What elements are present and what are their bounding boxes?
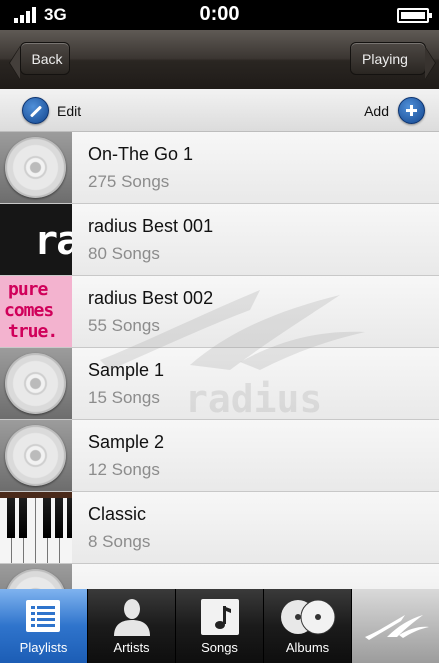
tab-label: Albums bbox=[285, 640, 330, 655]
artwork-text: true. bbox=[8, 321, 58, 342]
person-icon bbox=[110, 598, 154, 636]
now-playing-label: Playing bbox=[362, 50, 408, 67]
playlist-row[interactable] bbox=[0, 564, 439, 589]
tab-albums[interactable]: Albums bbox=[264, 589, 352, 663]
edit-label: Edit bbox=[57, 102, 82, 119]
cd-artwork bbox=[0, 132, 72, 203]
playlist-song-count: 8 Songs bbox=[88, 532, 151, 551]
playlist-title: Sample 1 bbox=[88, 360, 165, 380]
playlist-song-count: 55 Songs bbox=[88, 316, 160, 335]
cd-artwork bbox=[0, 420, 72, 491]
playlist-song-count: 15 Songs bbox=[88, 388, 160, 407]
playlist-row[interactable]: Sample 1 15 Songs bbox=[0, 348, 439, 420]
tab-label: Artists bbox=[113, 640, 150, 655]
artwork-text: comes bbox=[4, 300, 54, 321]
back-button-arrow-fill[interactable] bbox=[10, 47, 20, 79]
pencil-icon[interactable] bbox=[22, 97, 49, 124]
artwork-text: ra bbox=[34, 218, 72, 264]
navigation-bar: Back Playing bbox=[0, 30, 439, 89]
playlist-row[interactable]: Classic 8 Songs bbox=[0, 492, 439, 564]
status-time: 0:00 bbox=[199, 3, 240, 25]
now-playing-arrow-fill[interactable] bbox=[425, 47, 435, 79]
album-artwork-pure-comes-true: pure comes true. bbox=[0, 276, 72, 347]
music-note-icon bbox=[198, 598, 242, 636]
playlist-row[interactable]: pure comes true. radius Best 002 55 Song… bbox=[0, 276, 439, 348]
add-label: Add bbox=[364, 102, 389, 119]
tab-label: Songs bbox=[201, 640, 238, 655]
back-button-label: Back bbox=[31, 50, 63, 67]
playlist-song-count: 12 Songs bbox=[88, 460, 160, 479]
albums-icon bbox=[280, 598, 335, 636]
album-artwork-ra: ra bbox=[0, 204, 72, 275]
playlist-title: radius Best 002 bbox=[88, 288, 214, 308]
status-bar: 3G 0:00 bbox=[0, 0, 439, 30]
tab-songs[interactable]: Songs bbox=[176, 589, 264, 663]
playlist-title: Sample 2 bbox=[88, 432, 165, 452]
artwork-text: pure bbox=[8, 279, 48, 300]
playlist-song-count: 80 Songs bbox=[88, 244, 160, 263]
now-playing-button[interactable]: Playing bbox=[350, 42, 426, 75]
playlist-song-count: 275 Songs bbox=[88, 172, 170, 191]
battery-icon bbox=[397, 8, 432, 23]
back-button[interactable]: Back bbox=[20, 42, 70, 75]
cd-artwork bbox=[0, 564, 72, 589]
tab-playlists[interactable]: Playlists bbox=[0, 589, 88, 663]
playlist-title: radius Best 001 bbox=[88, 216, 214, 236]
tab-label: Playlists bbox=[19, 640, 68, 655]
add-button[interactable]: Add bbox=[364, 97, 425, 124]
playlist-list[interactable]: On-The Go 1 275 Songs ra radius Best 001… bbox=[0, 132, 439, 589]
tab-artists[interactable]: Artists bbox=[88, 589, 176, 663]
plus-icon[interactable] bbox=[398, 97, 425, 124]
tab-radius-logo[interactable] bbox=[352, 589, 439, 663]
playlist-row[interactable]: On-The Go 1 275 Songs bbox=[0, 132, 439, 204]
cd-artwork bbox=[0, 348, 72, 419]
playlist-icon bbox=[22, 598, 66, 636]
playlist-title: Classic bbox=[88, 504, 147, 524]
playlist-row[interactable]: ra radius Best 001 80 Songs bbox=[0, 204, 439, 276]
playlist-toolbar: Edit Add bbox=[0, 89, 439, 132]
piano-keys-artwork bbox=[0, 492, 72, 563]
tab-bar: Playlists Artists Songs Albums bbox=[0, 589, 439, 663]
radius-logo-icon bbox=[361, 607, 431, 645]
playlist-title: On-The Go 1 bbox=[88, 144, 194, 164]
playlist-row[interactable]: Sample 2 12 Songs bbox=[0, 420, 439, 492]
edit-button[interactable]: Edit bbox=[22, 97, 81, 124]
